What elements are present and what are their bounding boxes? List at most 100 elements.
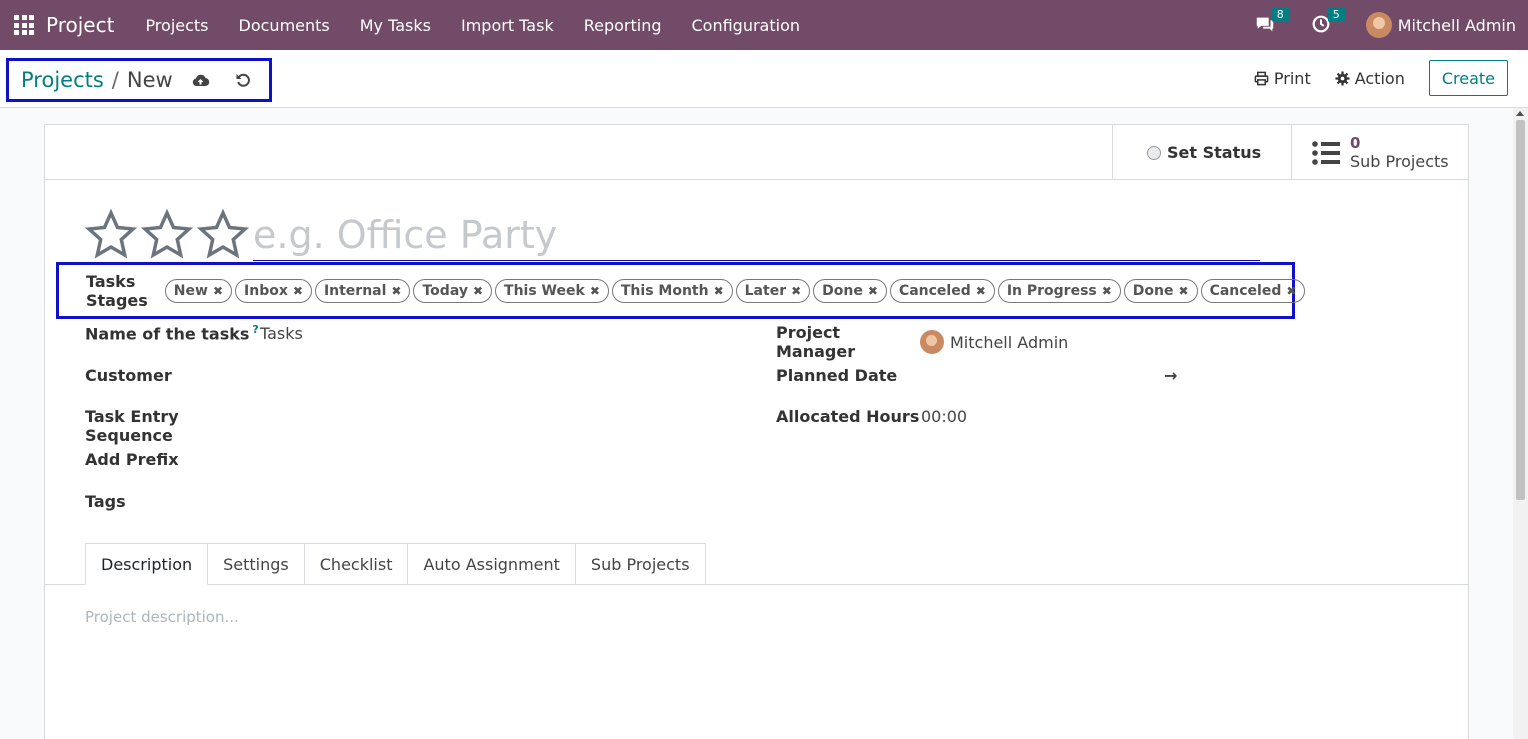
remove-tag-icon[interactable]: ✖ <box>976 284 986 298</box>
add-prefix-input[interactable] <box>260 449 740 469</box>
scroll-thumb[interactable] <box>1516 120 1525 500</box>
stage-tag[interactable]: Canceled ✖ <box>889 278 995 303</box>
breadcrumb-projects-link[interactable]: Projects <box>21 68 104 92</box>
date-range-arrow-icon: → <box>1164 365 1178 385</box>
star-icon[interactable] <box>197 209 249 261</box>
planned-date-label: Planned Date <box>776 365 898 385</box>
remove-tag-icon[interactable]: ✖ <box>293 284 303 298</box>
stage-tag[interactable]: Inbox ✖ <box>235 278 312 303</box>
stage-tag-label: Later <box>744 282 787 299</box>
stage-tag[interactable]: Done ✖ <box>1123 278 1198 303</box>
project-name-input[interactable] <box>253 209 1260 261</box>
top-navbar: Project Projects Documents My Tasks Impo… <box>0 0 1528 50</box>
tags-label: Tags <box>85 491 126 511</box>
stage-tag-label: Today <box>422 282 468 299</box>
star-icon[interactable] <box>141 209 193 261</box>
save-cloud-button[interactable] <box>191 70 211 90</box>
name-of-tasks-label-text: Name of the tasks <box>85 324 250 344</box>
planned-date-end-input[interactable] <box>1177 365 1407 385</box>
sub-projects-smart-button[interactable]: 0 Sub Projects <box>1291 125 1469 180</box>
remove-tag-icon[interactable]: ✖ <box>213 284 223 298</box>
stage-tag-label: In Progress <box>1006 282 1097 299</box>
project-description-editor[interactable]: Project description... <box>85 608 239 626</box>
tags-input[interactable] <box>260 491 740 511</box>
remove-tag-icon[interactable]: ✖ <box>590 284 600 298</box>
tab-description[interactable]: Description <box>85 543 209 585</box>
remove-tag-icon[interactable]: ✖ <box>473 284 483 298</box>
stage-tag-label: New <box>173 282 208 299</box>
remove-tag-icon[interactable]: ✖ <box>868 284 878 298</box>
tab-checklist[interactable]: Checklist <box>304 543 409 585</box>
stage-tag[interactable]: Done ✖ <box>813 278 887 303</box>
create-button[interactable]: Create <box>1428 60 1508 96</box>
remove-tag-icon[interactable]: ✖ <box>1102 284 1112 298</box>
remove-tag-icon[interactable]: ✖ <box>791 284 801 298</box>
priority-stars <box>85 209 249 261</box>
print-label: Print <box>1273 68 1311 88</box>
stage-tag-label: Done <box>822 282 863 299</box>
name-of-tasks-row: Name of the tasks? Tasks <box>85 323 303 343</box>
customer-input[interactable] <box>260 365 740 385</box>
menu-projects[interactable]: Projects <box>130 16 223 35</box>
task-entry-sequence-label: Task Entry Sequence <box>85 407 179 445</box>
user-menu[interactable]: Mitchell Admin <box>1398 16 1516 35</box>
messages-button[interactable]: 8 <box>1254 7 1289 37</box>
add-prefix-row: Add Prefix <box>85 449 740 469</box>
menu-documents[interactable]: Documents <box>224 16 345 35</box>
page-scrollbar[interactable] <box>1513 108 1528 739</box>
help-tooltip-icon[interactable]: ? <box>252 323 258 336</box>
stage-tag[interactable]: This Month ✖ <box>611 278 733 303</box>
stage-tag[interactable]: Later ✖ <box>735 278 811 303</box>
allocated-hours-input[interactable]: 00:00 <box>921 407 967 426</box>
user-avatar[interactable] <box>1365 12 1392 38</box>
remove-tag-icon[interactable]: ✖ <box>391 284 401 298</box>
form-sheet: Set Status 0 Sub Projects Tasks Stages N… <box>44 124 1469 739</box>
stage-tag[interactable]: Today ✖ <box>413 278 493 303</box>
breadcrumb-current: New <box>126 68 173 92</box>
stage-tag[interactable]: This Week ✖ <box>495 278 609 303</box>
discard-button[interactable] <box>233 70 253 90</box>
activities-button[interactable]: 5 <box>1310 7 1345 37</box>
menu-reporting[interactable]: Reporting <box>569 16 677 35</box>
apps-grid-icon[interactable] <box>14 15 34 35</box>
scroll-up-arrow-icon[interactable] <box>1516 111 1524 116</box>
allocated-hours-row: Allocated Hours 00:00 <box>776 407 967 426</box>
manager-avatar <box>920 330 944 354</box>
menu-import-task[interactable]: Import Task <box>446 16 569 35</box>
name-of-tasks-label: Name of the tasks? <box>85 323 260 343</box>
tab-auto-assignment[interactable]: Auto Assignment <box>408 543 576 585</box>
form-statusbar: Set Status 0 Sub Projects <box>45 125 1468 180</box>
breadcrumb: Projects / New <box>6 58 272 102</box>
stage-tag[interactable]: New ✖ <box>164 278 233 303</box>
undo-icon <box>236 73 250 87</box>
tab-sub-projects[interactable]: Sub Projects <box>575 543 706 585</box>
planned-date-start-input[interactable] <box>920 365 1164 385</box>
stage-tag-label: This Month <box>620 282 709 299</box>
notebook-tabs: Description Settings Checklist Auto Assi… <box>85 543 706 585</box>
breadcrumb-separator: / <box>111 68 119 92</box>
stage-tag-label: Canceled <box>898 282 971 299</box>
project-manager-label: Project Manager <box>776 323 856 361</box>
remove-tag-icon[interactable]: ✖ <box>714 284 724 298</box>
app-brand[interactable]: Project <box>46 13 114 37</box>
tags-row: Tags <box>85 491 740 511</box>
project-manager-input[interactable]: Mitchell Admin <box>950 333 1068 352</box>
menu-my-tasks[interactable]: My Tasks <box>345 16 446 35</box>
remove-tag-icon[interactable]: ✖ <box>1179 284 1189 298</box>
stage-tag[interactable]: Canceled ✖ <box>1200 278 1306 303</box>
stage-tag-label: Inbox <box>244 282 288 299</box>
action-button[interactable]: Action <box>1335 60 1405 96</box>
tab-settings[interactable]: Settings <box>208 543 305 585</box>
name-of-tasks-input[interactable]: Tasks <box>260 324 303 343</box>
add-prefix-label: Add Prefix <box>85 449 179 469</box>
star-icon[interactable] <box>85 209 137 261</box>
set-status-button[interactable]: Set Status <box>1112 125 1291 180</box>
remove-tag-icon[interactable]: ✖ <box>1286 284 1296 298</box>
task-entry-sequence-input[interactable] <box>260 416 740 436</box>
customer-row: Customer <box>85 365 740 385</box>
stage-tag-label: Internal <box>323 282 387 299</box>
stage-tag[interactable]: Internal ✖ <box>314 278 411 303</box>
stage-tag[interactable]: In Progress ✖ <box>997 278 1121 303</box>
menu-configuration[interactable]: Configuration <box>676 16 815 35</box>
print-button[interactable]: Print <box>1254 60 1311 96</box>
